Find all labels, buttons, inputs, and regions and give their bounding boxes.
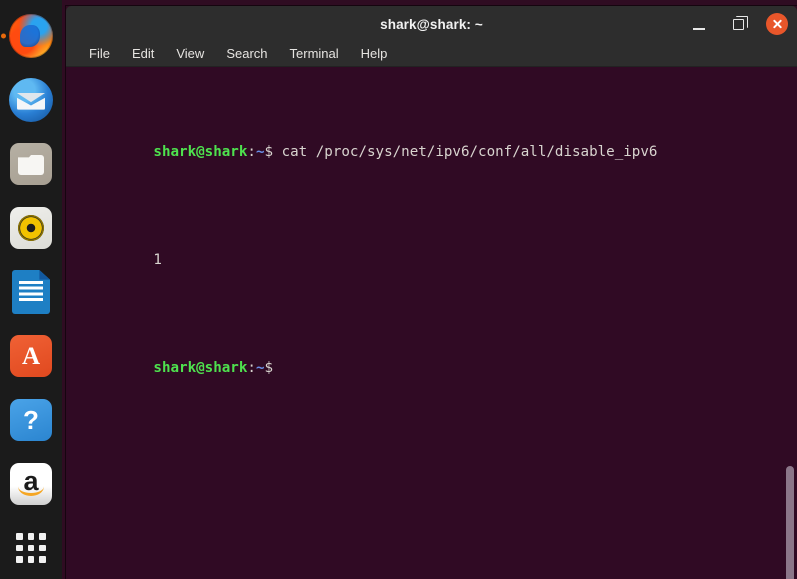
terminal-command-output: 1 [153, 252, 162, 268]
terminal-text: shark@shark:~$ cat /proc/sys/net/ipv6/co… [66, 71, 797, 449]
window-controls [688, 6, 788, 42]
dock-item-libreoffice-writer[interactable] [7, 268, 55, 316]
close-button[interactable] [766, 13, 788, 35]
menu-item-file[interactable]: File [78, 45, 121, 63]
close-icon [772, 19, 783, 30]
dock-item-files[interactable] [7, 140, 55, 188]
terminal-line: shark@shark:~$ cat /proc/sys/net/ipv6/co… [68, 125, 797, 179]
menu-item-help[interactable]: Help [350, 45, 399, 63]
terminal-output-area[interactable]: shark@shark:~$ cat /proc/sys/net/ipv6/co… [66, 67, 797, 579]
maximize-icon [733, 19, 744, 30]
prompt-user-host: shark@shark [153, 144, 247, 160]
terminal-line: shark@shark:~$ [68, 341, 797, 395]
window-titlebar[interactable]: shark@shark: ~ [66, 6, 797, 42]
amazon-icon [10, 463, 52, 505]
app-grid-icon [16, 533, 46, 563]
files-folder-icon [10, 143, 52, 185]
minimize-icon [693, 28, 705, 30]
prompt-sigil: $ [264, 360, 273, 376]
help-question-icon: ? [10, 399, 52, 441]
dock-item-help[interactable]: ? [7, 396, 55, 444]
dock-item-thunderbird[interactable] [7, 76, 55, 124]
terminal-scrollbar-thumb[interactable] [786, 466, 794, 579]
prompt-separator: : [247, 360, 256, 376]
ubuntu-software-icon: A [10, 335, 52, 377]
menu-item-view[interactable]: View [165, 45, 215, 63]
terminal-command: cat /proc/sys/net/ipv6/conf/all/disable_… [273, 144, 657, 160]
terminal-window: shark@shark: ~ File Edit View Search Ter… [66, 6, 797, 579]
menu-bar: File Edit View Search Terminal Help [66, 42, 797, 67]
dock-item-firefox[interactable] [7, 12, 55, 60]
minimize-button[interactable] [688, 13, 710, 35]
launcher-dock: A ? [0, 0, 62, 579]
prompt-user-host: shark@shark [153, 360, 247, 376]
thunderbird-icon [9, 78, 53, 122]
dock-item-rhythmbox[interactable] [7, 204, 55, 252]
dock-item-ubuntu-software[interactable]: A [7, 332, 55, 380]
menu-item-edit[interactable]: Edit [121, 45, 165, 63]
maximize-button[interactable] [727, 13, 749, 35]
prompt-separator: : [247, 144, 256, 160]
screen: A ? shark@shark: ~ [0, 0, 797, 579]
libreoffice-writer-icon [12, 270, 50, 314]
terminal-scrollbar[interactable] [781, 67, 797, 579]
prompt-sigil: $ [264, 144, 273, 160]
menu-item-search[interactable]: Search [215, 45, 278, 63]
firefox-icon [9, 14, 53, 58]
menu-item-terminal[interactable]: Terminal [279, 45, 350, 63]
window-title: shark@shark: ~ [380, 17, 483, 32]
rhythmbox-speaker-icon [10, 207, 52, 249]
running-indicator-dot [1, 34, 6, 39]
dock-item-show-applications[interactable] [7, 524, 55, 572]
terminal-line: 1 [68, 233, 797, 287]
dock-item-amazon[interactable] [7, 460, 55, 508]
